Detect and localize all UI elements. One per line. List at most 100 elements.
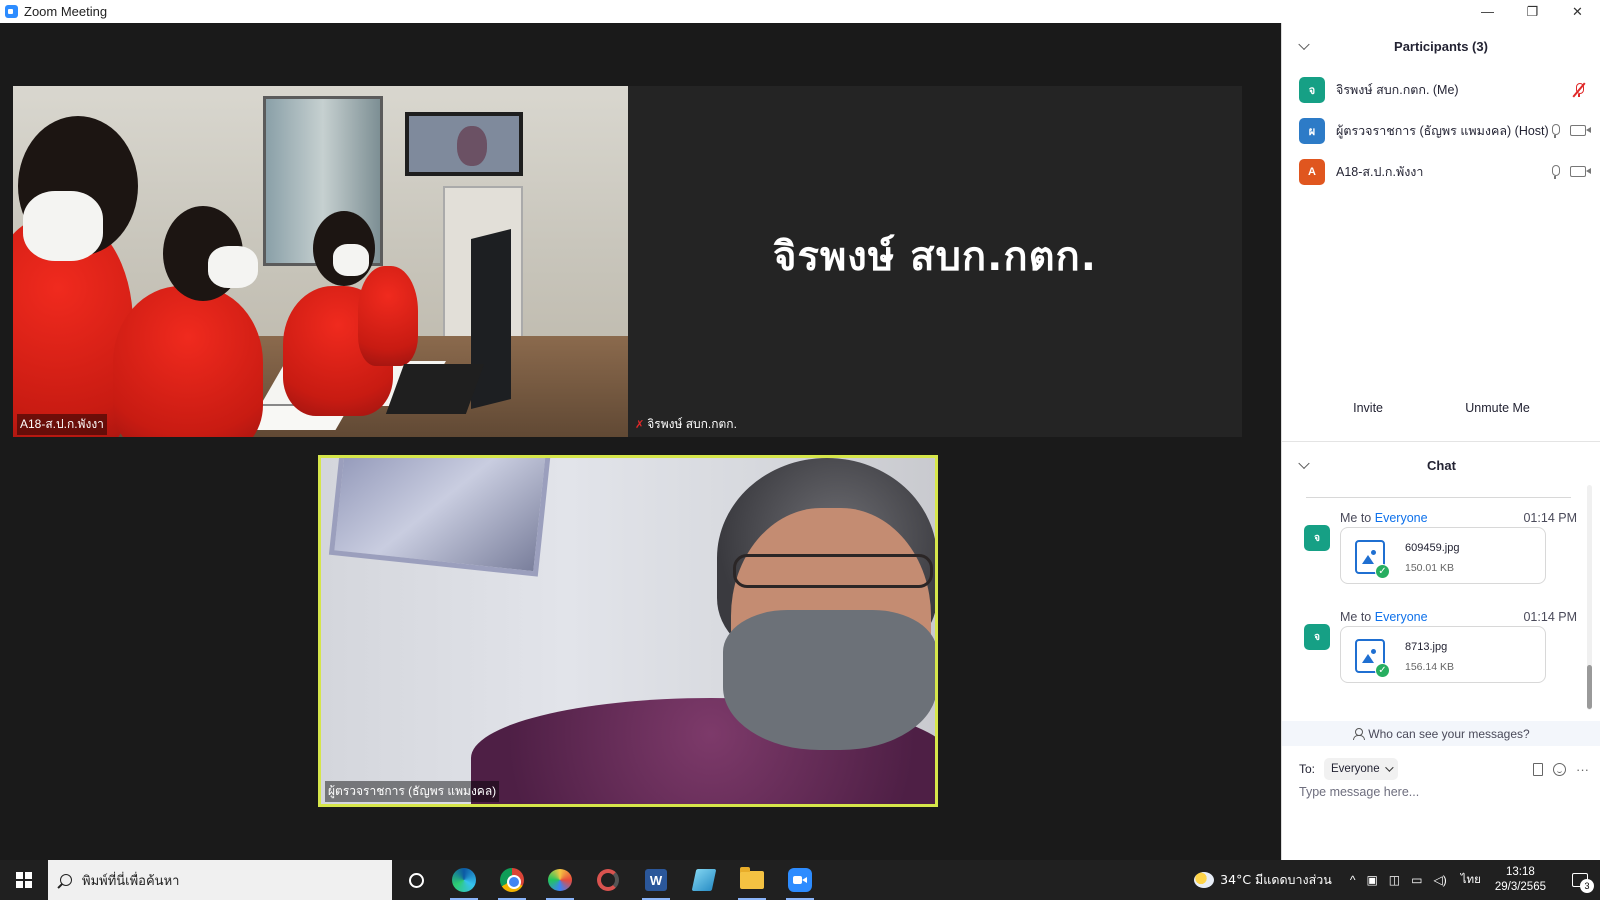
chat-header: Chat <box>1282 441 1600 488</box>
taskbar-app-explorer[interactable] <box>728 860 776 900</box>
participant-row[interactable]: ผ ผู้ตรวจราชการ (ธัญพร แพมงคล) (Host) <box>1282 110 1600 151</box>
unmute-me-button[interactable]: Unmute Me <box>1453 395 1542 421</box>
participants-header: Participants (3) <box>1282 23 1600 69</box>
mic-muted-icon: ✗ <box>635 419 645 431</box>
notepad-icon <box>691 869 717 891</box>
collapse-chevron-icon[interactable] <box>1298 457 1310 470</box>
taskbar-app-paint[interactable] <box>536 860 584 900</box>
avatar: จ <box>1299 76 1325 103</box>
show-hidden-icons-chevron-icon[interactable]: ^ <box>1350 873 1356 887</box>
scrollbar-thumb[interactable] <box>1587 665 1592 709</box>
video-scene-person <box>358 266 418 366</box>
divider <box>1306 497 1571 498</box>
chat-title: Chat <box>1427 457 1456 473</box>
network-icon[interactable]: ◫ <box>1389 873 1400 887</box>
video-tile-name-only[interactable]: จิรพงษ์ สบก.กตก. ✗ จิรพงษ์ สบก.กตก. <box>628 86 1242 437</box>
check-icon: ✓ <box>1375 564 1390 579</box>
file-name: 8713.jpg <box>1405 641 1448 653</box>
restore-button[interactable]: ❐ <box>1510 0 1555 23</box>
participant-row[interactable]: A A18-ส.ป.ก.พังงา <box>1282 151 1600 192</box>
video-scene-tv <box>405 112 523 176</box>
participant-name: จิรพงษ์ สบก.กตก. (Me) <box>1336 82 1459 97</box>
check-icon: ✓ <box>1375 663 1390 678</box>
recipient-link[interactable]: Everyone <box>1375 610 1428 624</box>
invite-button[interactable]: Invite <box>1341 395 1395 421</box>
recipient-select[interactable]: Everyone <box>1324 758 1398 780</box>
windows-taskbar: พิมพ์ที่นี่เพื่อค้นหา W 34°C มีแดดบางส่ว… <box>0 860 1600 900</box>
chat-message-list[interactable]: จ Me to Everyone 01:14 PM ✓ 609459.jpg 1… <box>1282 485 1600 717</box>
file-attachment-card[interactable]: ✓ 8713.jpg 156.14 KB <box>1340 626 1546 683</box>
avatar: จ <box>1304 624 1330 650</box>
message-time: 01:14 PM <box>1523 511 1577 525</box>
cortana-icon <box>408 872 424 888</box>
mic-muted-icon[interactable] <box>1572 81 1586 98</box>
close-button[interactable]: ✕ <box>1555 0 1600 23</box>
file-name: 609459.jpg <box>1405 542 1460 554</box>
participants-title: Participants (3) <box>1394 38 1488 54</box>
taskbar-search-box[interactable]: พิมพ์ที่นี่เพื่อค้นหา <box>48 860 392 900</box>
taskbar-app-notepad[interactable] <box>680 860 728 900</box>
privacy-text: Who can see your messages? <box>1368 726 1530 741</box>
mic-icon[interactable] <box>1548 164 1562 179</box>
windows-logo-icon <box>16 872 32 888</box>
message-time: 01:14 PM <box>1523 610 1577 624</box>
emoji-icon[interactable] <box>1553 762 1566 776</box>
mic-icon[interactable] <box>1548 123 1562 138</box>
user-icon <box>1353 728 1366 740</box>
window-title: Zoom Meeting <box>24 4 108 19</box>
meet-now-icon[interactable]: ▣ <box>1366 873 1377 887</box>
participant-display-name: จิรพงษ์ สบก.กตก. <box>773 233 1097 280</box>
word-icon: W <box>645 869 667 891</box>
weather-widget[interactable]: 34°C มีแดดบางส่วน <box>1194 870 1332 890</box>
taskbar-app-word[interactable]: W <box>632 860 680 900</box>
taskbar-app-chrome[interactable] <box>488 860 536 900</box>
search-placeholder: พิมพ์ที่นี่เพื่อค้นหา <box>82 873 180 889</box>
tray-icons: ^ ▣ ◫ ▭ ◁) <box>1350 873 1447 887</box>
video-scene-picture-frame <box>328 458 552 577</box>
weather-text: 34°C มีแดดบางส่วน <box>1220 872 1332 887</box>
message-privacy-link[interactable]: Who can see your messages? <box>1282 721 1600 746</box>
recipient-value: Everyone <box>1331 763 1380 775</box>
video-scene-person <box>113 286 263 437</box>
participant-actions: Invite Unmute Me <box>1282 395 1600 421</box>
clock[interactable]: 13:18 29/3/2565 <box>1495 865 1546 895</box>
taskbar-app-capture[interactable] <box>584 860 632 900</box>
chat-scrollbar[interactable] <box>1587 485 1592 710</box>
minimize-button[interactable]: — <box>1465 0 1510 23</box>
paint-icon <box>548 869 572 891</box>
chevron-down-icon <box>1384 763 1394 772</box>
participant-row[interactable]: จ จิรพงษ์ สบก.กตก. (Me) <box>1282 69 1600 110</box>
display-icon[interactable]: ▭ <box>1411 873 1422 887</box>
video-scene-mask <box>333 244 369 276</box>
message-sender: Me to Everyone <box>1340 610 1428 624</box>
file-attachment-card[interactable]: ✓ 609459.jpg 150.01 KB <box>1340 527 1546 584</box>
video-scene-mask <box>723 610 935 750</box>
participant-name-label: ผู้ตรวจราชการ (ธัญพร แพมงคล) <box>325 781 500 802</box>
notification-badge: 3 <box>1580 879 1594 893</box>
taskbar-app-edge[interactable] <box>440 860 488 900</box>
title-bar: Zoom Meeting — ❐ ✕ <box>0 0 1600 23</box>
notification-center-button[interactable]: 3 <box>1560 860 1600 900</box>
recipient-link[interactable]: Everyone <box>1375 511 1428 525</box>
more-options-icon[interactable]: ··· <box>1576 762 1589 777</box>
video-camera-icon[interactable] <box>1570 125 1591 136</box>
video-tile-active-speaker[interactable]: ผู้ตรวจราชการ (ธัญพร แพมงคล) <box>318 455 938 807</box>
input-language[interactable]: ไทย <box>1461 871 1481 889</box>
taskbar-app-zoom[interactable] <box>776 860 824 900</box>
message-sender: Me to Everyone <box>1340 511 1428 525</box>
start-button[interactable] <box>0 860 48 900</box>
file-size: 150.01 KB <box>1405 562 1455 574</box>
clock-date: 29/3/2565 <box>1494 881 1546 893</box>
zoom-app-icon <box>5 5 18 18</box>
video-tile-classroom[interactable]: A18-ส.ป.ก.พังงา <box>13 86 637 437</box>
participant-name: A18-ส.ป.ก.พังงา <box>1336 164 1424 179</box>
cortana-button[interactable] <box>392 860 440 900</box>
collapse-chevron-icon[interactable] <box>1298 38 1310 51</box>
file-share-icon[interactable] <box>1533 762 1543 776</box>
video-camera-icon[interactable] <box>1570 166 1591 177</box>
to-label: To: <box>1299 762 1316 776</box>
zoom-icon <box>788 868 812 892</box>
speaker-icon[interactable]: ◁) <box>1433 873 1446 887</box>
chat-message-input[interactable] <box>1299 785 1589 799</box>
search-icon <box>60 874 72 886</box>
